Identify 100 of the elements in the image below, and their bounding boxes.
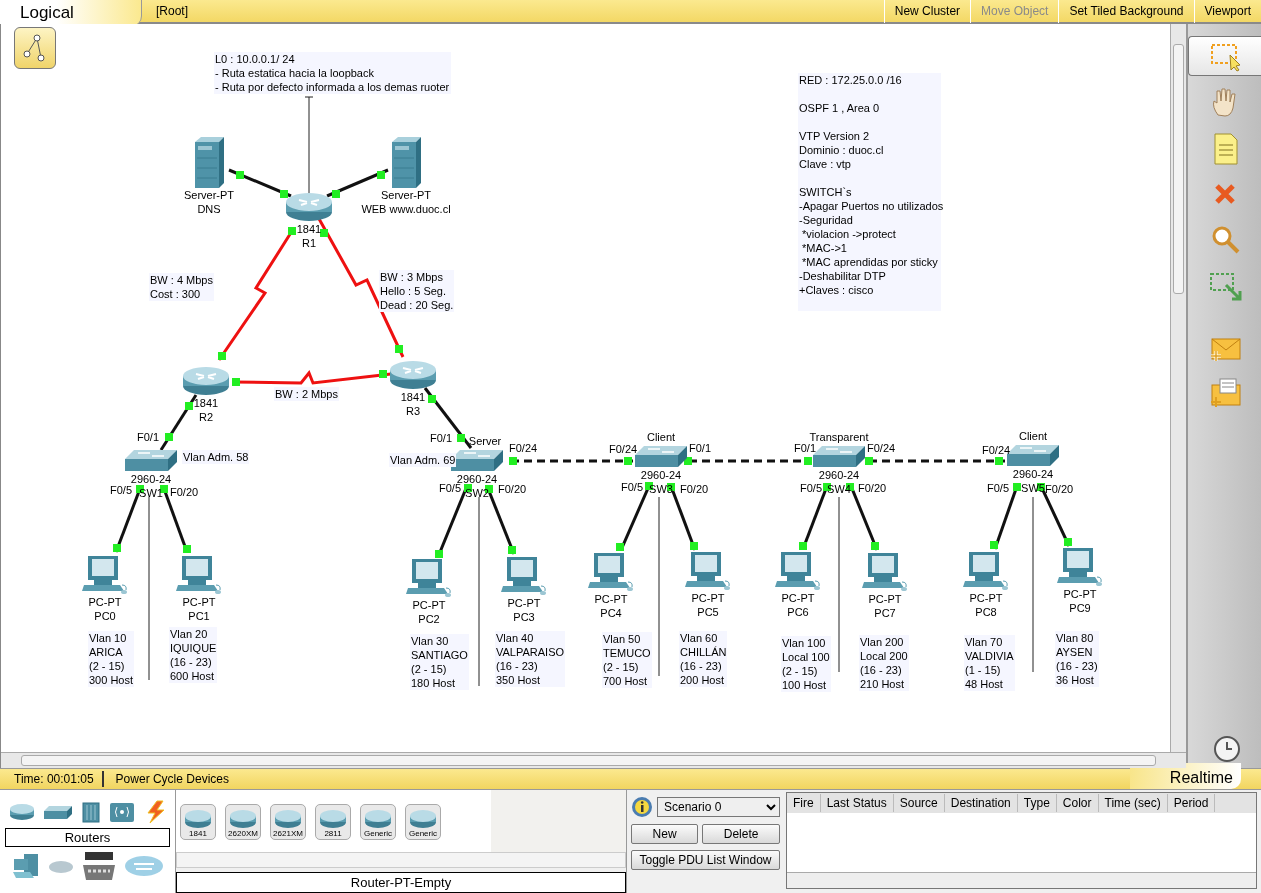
- horizontal-scrollbar[interactable]: [176, 852, 626, 868]
- column-header[interactable]: Fire: [787, 794, 821, 812]
- server-icon[interactable]: [390, 136, 422, 188]
- selected-model-label: Router-PT-Empty: [176, 872, 626, 893]
- scenario-select[interactable]: Scenario 0: [657, 797, 780, 817]
- device-model: PC-PT: [507, 596, 541, 610]
- device-model-tile[interactable]: Generic: [405, 804, 441, 840]
- horizontal-scrollbar[interactable]: [1, 752, 1186, 768]
- computer-icon[interactable]: [406, 558, 452, 598]
- menu-item[interactable]: New Cluster: [883, 0, 971, 23]
- port-label: F0/5: [987, 481, 1009, 495]
- router-icon[interactable]: [285, 192, 333, 222]
- menu-item[interactable]: Set Tiled Background: [1058, 0, 1194, 23]
- computer-icon[interactable]: [1057, 547, 1103, 587]
- device-model-tile[interactable]: Generic: [360, 804, 396, 840]
- note-text: Vlan 200 Local 200 (16 - 23) 210 Host: [859, 635, 909, 691]
- toggle-pdu-list-button[interactable]: Toggle PDU List Window: [631, 850, 780, 870]
- router-icon: [228, 809, 258, 829]
- clock-icon[interactable]: [1212, 734, 1242, 764]
- topology-icon[interactable]: [14, 27, 56, 69]
- serial-link[interactable]: [232, 370, 392, 386]
- info-icon[interactable]: [631, 796, 653, 818]
- crossover-cable[interactable]: [684, 457, 812, 465]
- device-name: PC4: [600, 606, 622, 620]
- device-model: Server-PT: [183, 188, 235, 202]
- column-header[interactable]: Type: [1017, 794, 1057, 812]
- device-name: SW4: [827, 482, 851, 496]
- device-model-tile[interactable]: 1841: [180, 804, 216, 840]
- router-icon[interactable]: [389, 360, 437, 390]
- switch-icon[interactable]: [124, 448, 178, 472]
- note-text: BW : 4 Mbps Cost : 300: [149, 273, 214, 301]
- column-header[interactable]: Time (sec): [1098, 794, 1168, 812]
- crossover-cable[interactable]: [509, 457, 633, 465]
- port-label: F0/1: [689, 441, 711, 455]
- device-name: PC7: [874, 606, 896, 620]
- vertical-scrollbar[interactable]: [1170, 24, 1186, 752]
- device-model: 2960-24: [1012, 467, 1054, 481]
- computer-icon[interactable]: [176, 555, 222, 595]
- tool-button[interactable]: [1188, 36, 1261, 76]
- computer-icon[interactable]: [82, 555, 128, 595]
- device-model-tile[interactable]: 2621XM: [270, 804, 306, 840]
- mode-tab[interactable]: Logical: [0, 0, 142, 26]
- horizontal-scrollbar[interactable]: [787, 872, 1256, 888]
- port-label: F0/5: [110, 483, 132, 497]
- pdu-button[interactable]: New: [631, 824, 699, 844]
- device-model: 2960-24: [456, 472, 498, 485]
- column-header[interactable]: Source: [893, 794, 945, 812]
- port-label: F0/24: [609, 442, 638, 456]
- router-icon[interactable]: [8, 803, 35, 821]
- device-model: PC-PT: [1063, 587, 1097, 601]
- device-model-tile[interactable]: 2620XM: [225, 804, 261, 840]
- hub-icon[interactable]: [80, 801, 101, 823]
- device-model: PC-PT: [88, 595, 122, 609]
- device-name: PC6: [787, 605, 809, 619]
- device-name: R1: [301, 236, 317, 250]
- device-name: DNS: [197, 202, 221, 216]
- computer-icon[interactable]: [862, 552, 908, 592]
- device-model: PC-PT: [868, 592, 902, 606]
- note-text: Vlan 10 ARICA (2 - 15) 300 Host: [88, 631, 135, 687]
- computer-icon[interactable]: [775, 551, 821, 591]
- router-icon: [363, 809, 393, 829]
- device-name: PC0: [94, 609, 116, 623]
- breadcrumb-path[interactable]: [Root]: [156, 2, 188, 20]
- device-model: Server-PT: [380, 188, 432, 202]
- serial-link[interactable]: [217, 227, 296, 361]
- category-label: Routers: [5, 828, 170, 847]
- device-model: 1841: [400, 390, 426, 404]
- device-name: PC2: [418, 612, 440, 626]
- port-label: F0/20: [170, 485, 199, 499]
- device-model-tile[interactable]: 2811: [315, 804, 351, 840]
- cable[interactable]: [990, 483, 1021, 550]
- note-text: Vlan 30 SANTIAGO (2 - 15) 180 Host: [410, 634, 469, 690]
- module-icon[interactable]: [81, 851, 116, 881]
- column-header[interactable]: Last Status: [820, 794, 894, 812]
- column-header[interactable]: Period: [1167, 794, 1216, 812]
- device-name: PC8: [975, 605, 997, 619]
- device-model: 2960-24: [130, 472, 172, 486]
- port-label: F0/5: [621, 480, 643, 494]
- menu-item[interactable]: Viewport: [1193, 0, 1261, 23]
- device-name: PC9: [1069, 601, 1091, 615]
- power-cycle-button[interactable]: Power Cycle Devices: [103, 770, 229, 788]
- vtp-mode-label: Server: [468, 434, 502, 448]
- computer-icon[interactable]: [685, 551, 731, 591]
- computer-icon[interactable]: [963, 551, 1009, 591]
- column-header[interactable]: Color: [1056, 794, 1099, 812]
- computer-icon[interactable]: [501, 556, 547, 596]
- switch-icon[interactable]: [42, 804, 73, 820]
- wireless-icon[interactable]: [108, 801, 135, 823]
- note-text: Vlan Adm. 58: [182, 450, 250, 464]
- server-icon[interactable]: [193, 136, 225, 188]
- note-text: Vlan Adm. 69: [389, 453, 457, 467]
- device-name: SW1: [139, 486, 163, 500]
- computer-icon[interactable]: [588, 552, 634, 592]
- device-name: WEB www.duoc.cl: [361, 202, 451, 216]
- crossover-cable[interactable]: [865, 457, 1005, 465]
- end-devices-icon[interactable]: [11, 853, 40, 879]
- pdu-button[interactable]: Delete: [702, 824, 780, 844]
- column-header[interactable]: Destination: [944, 794, 1018, 812]
- device-name: R2: [198, 410, 214, 424]
- router-icon[interactable]: [182, 366, 230, 396]
